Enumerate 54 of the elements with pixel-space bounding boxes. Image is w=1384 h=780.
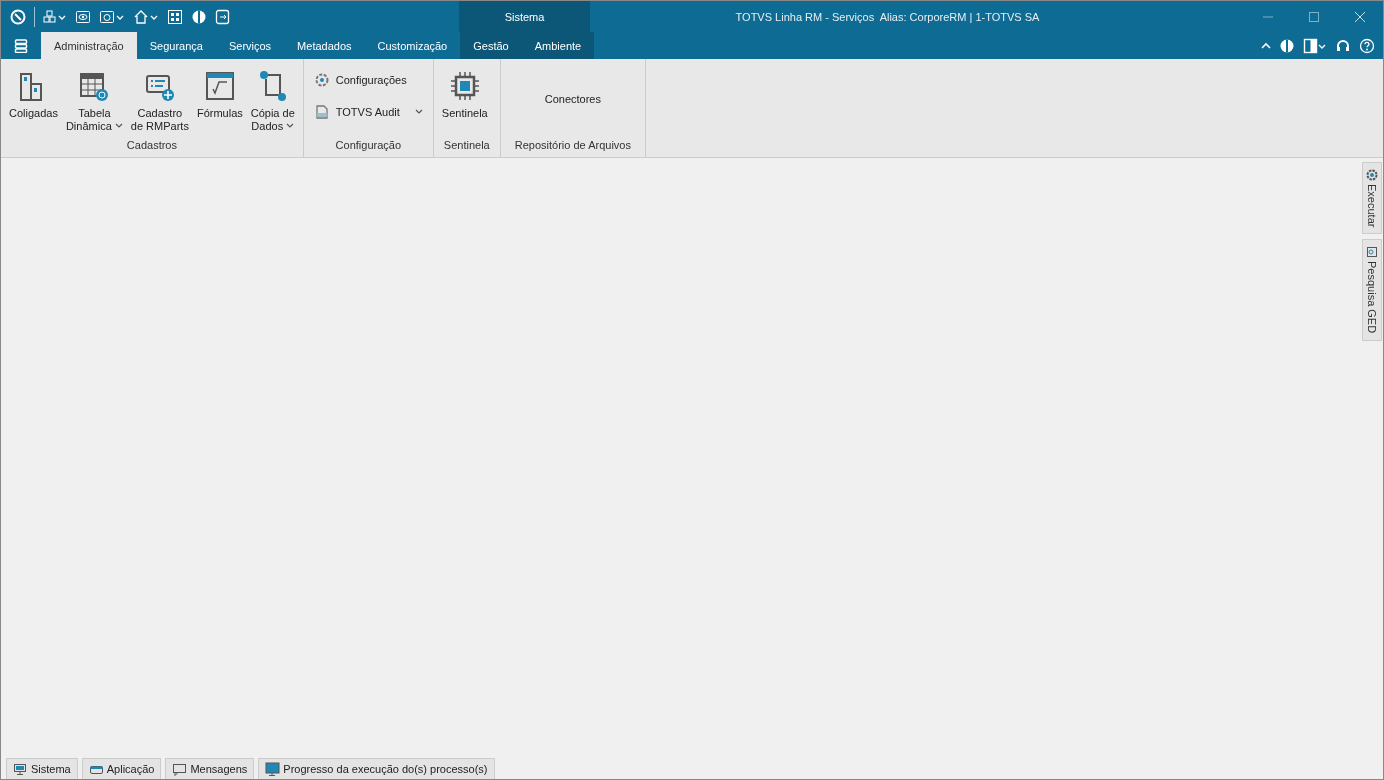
eye-icon[interactable] [75, 8, 91, 25]
bottom-tab[interactable]: Aplicação [81, 758, 162, 779]
bottom-tab[interactable]: Progresso da execução do(s) processo(s) [258, 758, 495, 779]
ribbon-button[interactable]: Coligadas [5, 65, 62, 139]
maximize-icon[interactable] [1308, 10, 1320, 23]
ribbon-tab[interactable]: Customização [364, 32, 461, 59]
ribbon-button[interactable]: Cadastro de RMParts [126, 65, 193, 139]
layout-icon[interactable] [1303, 37, 1327, 54]
side-panel-tab[interactable]: Pesquisa GED [1362, 239, 1382, 341]
ribbon-button[interactable]: Sentinela [437, 65, 492, 139]
collapse-icon[interactable] [1261, 41, 1271, 50]
group-label: Configuração [334, 139, 403, 153]
progress-monitor-icon [265, 761, 281, 777]
ribbon-button[interactable]: Fórmulas [192, 65, 247, 139]
chevron-down-icon [286, 122, 295, 130]
ribbon-button[interactable]: TOTVS Audit [313, 101, 423, 123]
table-refresh-icon [78, 70, 111, 102]
monitor-icon [13, 761, 28, 777]
ribbon-tab[interactable]: Metadados [284, 32, 365, 59]
group-label: Sentinela [442, 139, 491, 153]
formula-window-icon [203, 70, 236, 102]
gear-icon [1366, 169, 1378, 181]
bottom-tab[interactable]: Sistema [6, 758, 78, 779]
ribbon-tab[interactable]: Administração [41, 32, 137, 59]
bottom-tab[interactable]: Mensagens [165, 758, 255, 779]
refresh-window-icon[interactable] [99, 8, 125, 25]
context-tab-header: Sistema [459, 1, 590, 32]
ribbon-button[interactable]: Tabela Dinâmica [61, 65, 127, 139]
cubes-icon[interactable] [43, 8, 67, 25]
window-title: TOTVS Linha RM - Serviços Alias: CorporeRM | 1-TOTVS SA [734, 10, 1041, 23]
close-icon[interactable] [1354, 10, 1366, 23]
ribbon-tab[interactable]: Segurança [136, 32, 216, 59]
help-icon[interactable] [1359, 37, 1375, 54]
chevron-down-icon [414, 108, 423, 116]
headset-icon[interactable] [1335, 37, 1351, 54]
ribbon-tab[interactable]: Gestão [460, 32, 522, 59]
document-icon [313, 104, 330, 120]
side-panel-tab[interactable]: Executar [1362, 162, 1382, 235]
ribbon-tab[interactable]: Serviços [215, 32, 285, 59]
circle-logo-icon[interactable] [10, 8, 26, 25]
ribbon-button[interactable]: Cópia de Dados [246, 65, 299, 139]
menu-icon[interactable] [14, 38, 28, 53]
group-label: Repositório de Arquivos [513, 139, 632, 153]
message-icon [172, 761, 188, 777]
chip-icon [448, 70, 481, 102]
exit-icon[interactable] [215, 8, 231, 25]
home-icon[interactable] [133, 8, 159, 25]
group-label: Cadastros [125, 139, 178, 153]
gear-icon [313, 72, 330, 88]
grid-window-icon[interactable] [167, 8, 183, 25]
ribbon-button[interactable]: Conectores [504, 65, 641, 139]
ribbon-button[interactable]: Configurações [313, 69, 423, 91]
ribbon-tab[interactable]: Ambiente [521, 32, 595, 59]
chevron-down-icon [114, 122, 123, 130]
